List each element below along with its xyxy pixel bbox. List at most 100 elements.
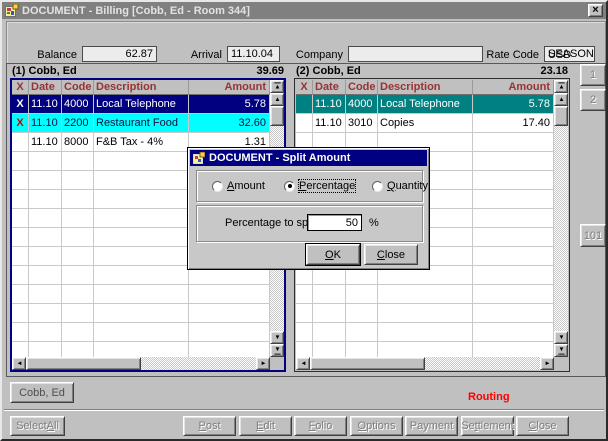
- cell-amount[interactable]: 32.60: [189, 114, 270, 133]
- radio-amount-icon[interactable]: [212, 181, 223, 192]
- scroll-last-icon[interactable]: ▼: [270, 344, 284, 357]
- table-row-selected[interactable]: 11.10 4000 Local Telephone 5.78: [296, 95, 554, 114]
- column-header-description[interactable]: Description: [94, 80, 189, 95]
- empty-cell: [346, 342, 378, 357]
- room-101-button[interactable]: 101: [580, 224, 606, 247]
- vertical-scrollbar[interactable]: ▲ ▲ ▼ ▼: [554, 80, 568, 370]
- scroll-thumb[interactable]: [554, 106, 568, 126]
- hscroll-left-icon[interactable]: ◄: [12, 357, 26, 370]
- settlement-button[interactable]: Settlement: [461, 416, 514, 436]
- folio-button[interactable]: Folio: [294, 416, 347, 436]
- scroll-first-icon[interactable]: ▲: [554, 80, 568, 93]
- radio-percentage-icon[interactable]: [284, 181, 295, 192]
- percentage-input[interactable]: [307, 214, 362, 231]
- cell-mark[interactable]: [12, 133, 29, 152]
- dialog-close-button[interactable]: Close: [364, 244, 418, 265]
- empty-cell: [473, 190, 554, 209]
- cell-description[interactable]: Local Telephone: [378, 95, 473, 114]
- empty-cell: [29, 171, 62, 190]
- scroll-first-icon[interactable]: ▲: [270, 80, 284, 93]
- hscroll-track[interactable]: [425, 357, 540, 370]
- cell-date[interactable]: 11.10: [313, 114, 346, 133]
- cell-description[interactable]: F&B Tax - 4%: [94, 133, 189, 152]
- cell-description[interactable]: Restaurant Food: [94, 114, 189, 133]
- column-header-date[interactable]: Date: [313, 80, 346, 95]
- cell-description[interactable]: Local Telephone: [94, 95, 189, 114]
- empty-cell: [346, 304, 378, 323]
- cell-code[interactable]: 4000: [62, 95, 94, 114]
- radio-percentage[interactable]: Percentage: [284, 180, 355, 192]
- scroll-last-icon[interactable]: ▼: [554, 344, 568, 357]
- hscroll-right-icon[interactable]: ►: [540, 357, 554, 370]
- payment-button[interactable]: Payment: [405, 416, 458, 436]
- cell-mark[interactable]: X: [12, 95, 29, 114]
- empty-cell: [296, 304, 313, 323]
- hscroll-thumb[interactable]: [310, 357, 425, 370]
- hscroll-thumb[interactable]: [26, 357, 141, 370]
- column-header-mark[interactable]: X: [296, 80, 313, 95]
- cell-mark[interactable]: [296, 114, 313, 133]
- balance-field[interactable]: 62.87: [82, 46, 157, 62]
- table-row-selected[interactable]: X 11.10 4000 Local Telephone 5.78: [12, 95, 270, 114]
- edit-button[interactable]: Edit: [239, 416, 292, 436]
- close-icon[interactable]: ×: [588, 4, 603, 17]
- cell-amount[interactable]: 5.78: [473, 95, 554, 114]
- empty-cell: [12, 304, 29, 323]
- cell-mark[interactable]: X: [12, 114, 29, 133]
- radio-quantity-icon[interactable]: [372, 181, 383, 192]
- cell-mark[interactable]: [296, 95, 313, 114]
- horizontal-scrollbar[interactable]: ◄ ►: [296, 357, 554, 370]
- cell-amount[interactable]: 17.40: [473, 114, 554, 133]
- column-header-amount[interactable]: Amount: [189, 80, 270, 95]
- hscroll-left-icon[interactable]: ◄: [296, 357, 310, 370]
- empty-cell: [473, 171, 554, 190]
- cell-code[interactable]: 3010: [346, 114, 378, 133]
- cell-code[interactable]: 4000: [346, 95, 378, 114]
- folio-window-2-button[interactable]: 2: [580, 89, 606, 111]
- radio-quantity[interactable]: Quantity: [372, 180, 428, 192]
- horizontal-scrollbar[interactable]: ◄ ►: [12, 357, 270, 370]
- column-header-code[interactable]: Code: [346, 80, 378, 95]
- empty-cell: [62, 342, 94, 357]
- scroll-down-icon[interactable]: ▼: [270, 331, 284, 344]
- arrival-field[interactable]: 11.10.04: [227, 46, 280, 62]
- cell-date[interactable]: 11.10: [29, 95, 62, 114]
- column-header-description[interactable]: Description: [378, 80, 473, 95]
- options-button[interactable]: Options: [350, 416, 403, 436]
- cell-date[interactable]: 11.10: [29, 133, 62, 152]
- empty-cell: [12, 152, 29, 171]
- empty-cell: [378, 304, 473, 323]
- folio-window-1-button[interactable]: 1: [580, 64, 606, 86]
- cell-code[interactable]: 2200: [62, 114, 94, 133]
- rate-code-label: Rate Code: [486, 49, 539, 61]
- scroll-track[interactable]: [554, 126, 568, 331]
- main-close-button[interactable]: Close: [516, 416, 569, 436]
- radio-amount[interactable]: Amount: [212, 180, 265, 192]
- cell-date[interactable]: 11.10: [313, 95, 346, 114]
- column-header-mark[interactable]: X: [12, 80, 29, 95]
- cell-amount[interactable]: 5.78: [189, 95, 270, 114]
- ok-button[interactable]: OK: [306, 244, 360, 265]
- table-row[interactable]: 11.10 3010 Copies 17.40: [296, 114, 554, 133]
- column-header-code[interactable]: Code: [62, 80, 94, 95]
- post-button[interactable]: Post: [183, 416, 236, 436]
- company-field[interactable]: [348, 46, 483, 62]
- hscroll-right-icon[interactable]: ►: [256, 357, 270, 370]
- cell-description[interactable]: Copies: [378, 114, 473, 133]
- scroll-thumb[interactable]: [270, 106, 284, 126]
- cell-code[interactable]: 8000: [62, 133, 94, 152]
- scroll-up-icon[interactable]: ▲: [270, 93, 284, 106]
- hscroll-track[interactable]: [141, 357, 256, 370]
- select-all-button[interactable]: Select All: [10, 416, 65, 436]
- scroll-up-icon[interactable]: ▲: [554, 93, 568, 106]
- column-header-date[interactable]: Date: [29, 80, 62, 95]
- empty-cell: [62, 171, 94, 190]
- empty-cell: [94, 171, 189, 190]
- scroll-down-icon[interactable]: ▼: [554, 331, 568, 344]
- guest-tab-cobb-ed[interactable]: Cobb, Ed: [10, 382, 74, 403]
- column-header-amount[interactable]: Amount: [473, 80, 554, 95]
- table-row-marked[interactable]: X 11.10 2200 Restaurant Food 32.60: [12, 114, 270, 133]
- empty-cell: [29, 342, 62, 357]
- empty-cell: [29, 209, 62, 228]
- cell-date[interactable]: 11.10: [29, 114, 62, 133]
